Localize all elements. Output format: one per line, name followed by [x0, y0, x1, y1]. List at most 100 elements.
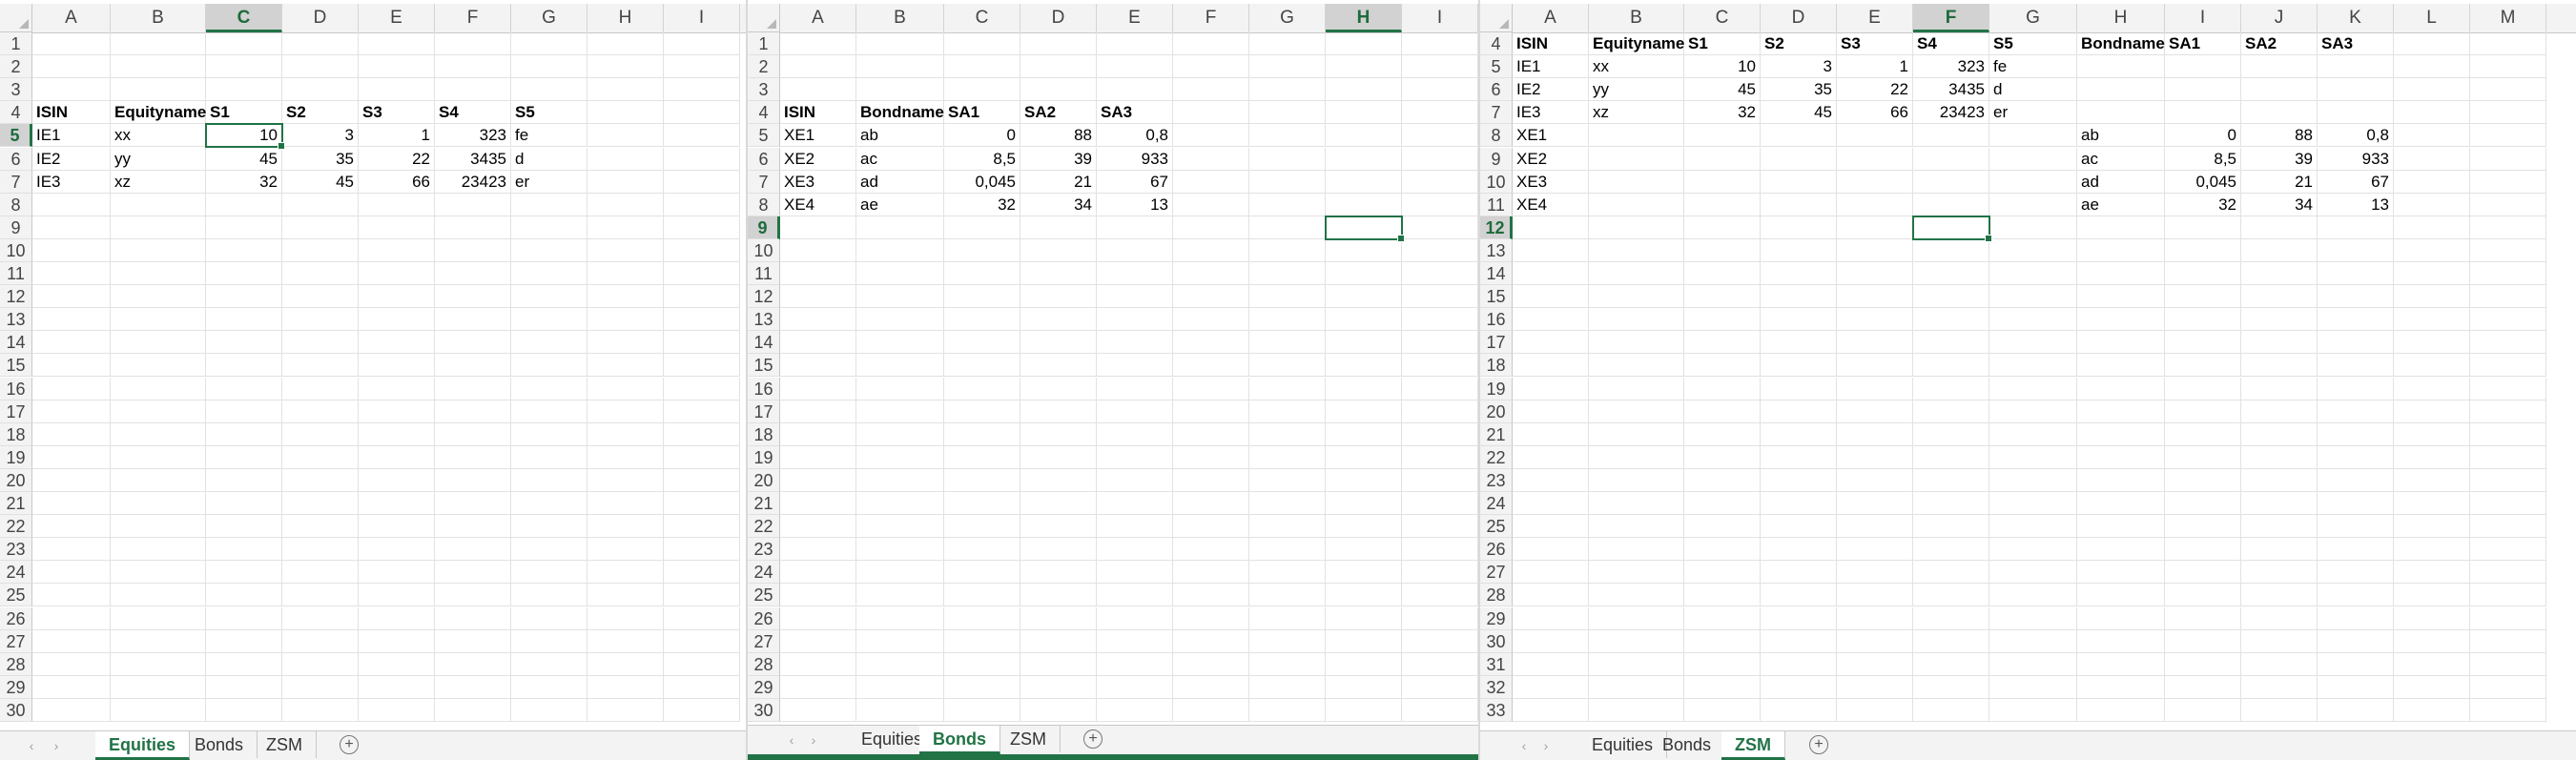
cell-e3[interactable] [1097, 78, 1173, 102]
cell-c6[interactable]: 8,5 [944, 147, 1020, 171]
cell-b16[interactable] [1589, 308, 1684, 332]
cell-d17[interactable] [1761, 331, 1837, 355]
cell-d24[interactable] [1761, 492, 1837, 515]
cell-a11[interactable] [780, 262, 856, 285]
cell-g32[interactable] [1989, 675, 2077, 699]
cell-h9[interactable]: ac [2077, 147, 2165, 171]
row-header-28[interactable]: 28 [1480, 584, 1513, 607]
cell-a7[interactable]: IE3 [1513, 101, 1589, 125]
cell-k19[interactable] [2318, 377, 2394, 401]
cell-d13[interactable] [1020, 308, 1097, 332]
cell-c15[interactable] [1684, 285, 1761, 309]
cell-g28[interactable] [511, 652, 587, 676]
cell-c26[interactable] [944, 606, 1020, 630]
cell-h22[interactable] [1326, 515, 1402, 539]
cell-i24[interactable] [664, 561, 740, 585]
cell-e5[interactable]: 1 [359, 124, 435, 148]
cell-i5[interactable] [2165, 55, 2241, 79]
cell-b16[interactable] [856, 377, 944, 401]
cell-i26[interactable] [2165, 538, 2241, 562]
cell-h10[interactable] [587, 238, 664, 262]
cell-g24[interactable] [1989, 492, 2077, 515]
worksheet-grid[interactable]: A B C D E F G H I 1 2 3 4 ISIN Equityname S1 S2 S3 S4 S5 5 IE… [0, 0, 746, 731]
cell-e6[interactable]: 22 [1837, 78, 1913, 102]
cell-k33[interactable] [2318, 698, 2394, 722]
cell-i30[interactable] [1402, 698, 1478, 722]
cell-c12[interactable] [944, 285, 1020, 309]
cell-f24[interactable] [1173, 561, 1249, 585]
cell-g28[interactable] [1989, 584, 2077, 607]
row-header-24[interactable]: 24 [748, 561, 780, 585]
row-header-28[interactable]: 28 [0, 652, 32, 676]
cell-a6[interactable]: XE2 [780, 147, 856, 171]
cell-c7[interactable]: 0,045 [944, 170, 1020, 194]
cell-i20[interactable] [1402, 468, 1478, 492]
cell-e21[interactable] [359, 492, 435, 515]
cell-c4[interactable]: SA1 [944, 101, 1020, 125]
cell-a17[interactable] [1513, 331, 1589, 355]
cell-e14[interactable] [1837, 262, 1913, 285]
cell-i20[interactable] [2165, 400, 2241, 423]
cell-b14[interactable] [1589, 262, 1684, 285]
cell-i18[interactable] [2165, 354, 2241, 378]
cell-k13[interactable] [2318, 238, 2394, 262]
cell-f20[interactable] [435, 468, 511, 492]
cell-d19[interactable] [1761, 377, 1837, 401]
cell-b27[interactable] [856, 629, 944, 653]
cell-c20[interactable] [944, 468, 1020, 492]
row-header-17[interactable]: 17 [1480, 331, 1513, 355]
cell-f27[interactable] [435, 629, 511, 653]
cell-e23[interactable] [1097, 538, 1173, 562]
add-sheet-icon[interactable]: + [340, 735, 359, 754]
cell-i29[interactable] [664, 675, 740, 699]
row-header-31[interactable]: 31 [1480, 652, 1513, 676]
cell-d17[interactable] [282, 400, 359, 423]
row-header-27[interactable]: 27 [748, 629, 780, 653]
row-header-8[interactable]: 8 [748, 193, 780, 216]
cell-b12[interactable] [111, 285, 206, 309]
cell-h8[interactable] [1326, 193, 1402, 216]
cell-e29[interactable] [359, 675, 435, 699]
cell-h27[interactable] [1326, 629, 1402, 653]
column-header-f[interactable]: F [1173, 4, 1249, 32]
cell-a3[interactable] [32, 78, 111, 102]
cell-h25[interactable] [2077, 515, 2165, 539]
row-header-8[interactable]: 8 [0, 193, 32, 216]
cell-f5[interactable]: 323 [435, 124, 511, 148]
cell-i6[interactable] [2165, 78, 2241, 102]
row-header-24[interactable]: 24 [1480, 492, 1513, 515]
cell-d26[interactable] [1761, 538, 1837, 562]
cell-i13[interactable] [2165, 238, 2241, 262]
cell-m9[interactable] [2470, 147, 2546, 171]
cell-f10[interactable] [1173, 238, 1249, 262]
row-header-25[interactable]: 25 [0, 584, 32, 607]
sheet-tab-bonds[interactable]: Bonds [919, 726, 1000, 754]
cell-h4[interactable]: Bondname [2077, 32, 2165, 55]
cell-i16[interactable] [1402, 377, 1478, 401]
cell-m20[interactable] [2470, 400, 2546, 423]
cell-i16[interactable] [664, 377, 740, 401]
cell-b7[interactable]: xz [111, 170, 206, 194]
cell-g10[interactable] [1249, 238, 1326, 262]
row-header-16[interactable]: 16 [1480, 308, 1513, 332]
cell-g27[interactable] [511, 629, 587, 653]
cell-h20[interactable] [1326, 468, 1402, 492]
cell-c5[interactable]: 0 [944, 124, 1020, 148]
cell-h29[interactable] [587, 675, 664, 699]
cell-h2[interactable] [1326, 55, 1402, 79]
cell-h19[interactable] [1326, 445, 1402, 469]
cell-i21[interactable] [664, 492, 740, 515]
cell-b19[interactable] [856, 445, 944, 469]
cell-a28[interactable] [780, 652, 856, 676]
cell-c21[interactable] [206, 492, 282, 515]
cell-e15[interactable] [1097, 354, 1173, 378]
row-header-10[interactable]: 10 [748, 238, 780, 262]
cell-e13[interactable] [1097, 308, 1173, 332]
row-header-3[interactable]: 3 [748, 78, 780, 102]
cell-j24[interactable] [2241, 492, 2318, 515]
cell-c5[interactable]: 10 [1684, 55, 1761, 79]
cell-k4[interactable]: SA3 [2318, 32, 2394, 55]
cell-b2[interactable] [856, 55, 944, 79]
row-header-15[interactable]: 15 [1480, 285, 1513, 309]
cell-j21[interactable] [2241, 422, 2318, 446]
